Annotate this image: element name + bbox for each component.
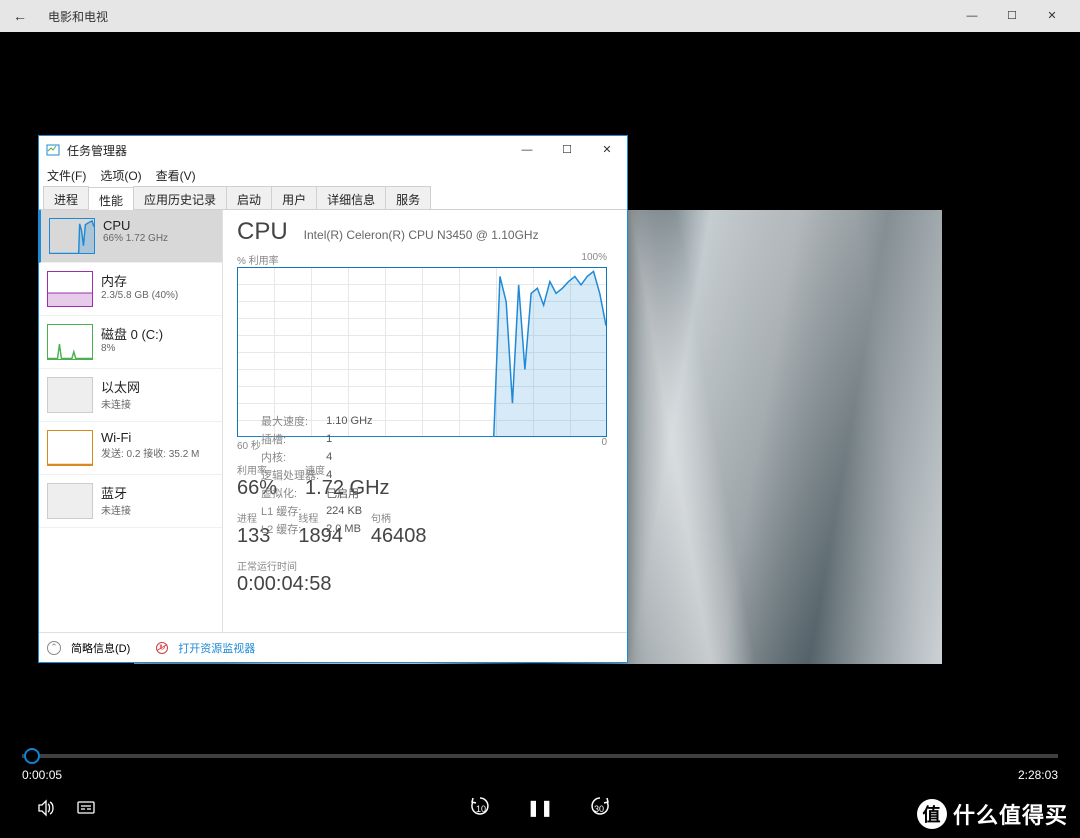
menu-file[interactable]: 文件(F): [47, 167, 86, 184]
tmgr-titlebar[interactable]: 任务管理器 — ☐ ✕: [39, 136, 627, 164]
info-cores: 4: [326, 449, 372, 465]
fewer-details-link[interactable]: 简略信息(D): [71, 640, 130, 656]
sidebar-item-memory[interactable]: 内存2.3/5.8 GB (40%): [39, 263, 222, 316]
open-resmon-link[interactable]: 打开资源监视器: [178, 640, 255, 656]
info-logical-processors: 4: [326, 467, 372, 483]
bluetooth-thumb-icon: [47, 483, 93, 519]
chart-y-max: 100%: [581, 252, 607, 267]
tab-users[interactable]: 用户: [271, 186, 317, 209]
tmgr-menu: 文件(F) 选项(O) 查看(V): [39, 164, 627, 186]
sidebar-item-disk[interactable]: 磁盘 0 (C:)8%: [39, 316, 222, 369]
tmgr-tabs: 进程 性能 应用历史记录 启动 用户 详细信息 服务: [39, 186, 627, 210]
timeline-knob[interactable]: [24, 748, 40, 764]
app-title: 电影和电视: [48, 8, 108, 25]
time-current: 0:00:05: [22, 768, 62, 782]
chart-y-label: % 利用率: [237, 252, 279, 267]
volume-button[interactable]: [26, 788, 66, 828]
tmgr-maximize-button[interactable]: ☐: [547, 136, 587, 164]
cpu-heading: CPU: [237, 218, 288, 246]
tab-details[interactable]: 详细信息: [316, 186, 386, 209]
tab-performance[interactable]: 性能: [88, 187, 134, 210]
timeline[interactable]: [22, 754, 1058, 758]
sidebar-item-ethernet[interactable]: 以太网未连接: [39, 369, 222, 422]
disk-thumb-icon: [47, 324, 93, 360]
tab-app-history[interactable]: 应用历史记录: [133, 186, 227, 209]
tmgr-minimize-button[interactable]: —: [507, 136, 547, 164]
menu-view[interactable]: 查看(V): [156, 167, 196, 184]
info-sockets: 1: [326, 431, 372, 447]
cpu-info-table: 最大速度:1.10 GHz 插槽:1 内核:4 逻辑处理器:4 虚拟化:已启用 …: [259, 411, 375, 539]
tmgr-title-text: 任务管理器: [67, 142, 127, 159]
info-maxspeed: 1.10 GHz: [326, 413, 372, 429]
resmon-icon: ↻: [156, 642, 168, 654]
tab-services[interactable]: 服务: [385, 186, 431, 209]
chevron-up-icon[interactable]: ⌃: [47, 641, 61, 655]
tmgr-icon: [45, 142, 61, 158]
tab-startup[interactable]: 启动: [226, 186, 272, 209]
tmgr-close-button[interactable]: ✕: [587, 136, 627, 164]
sidebar-item-bluetooth[interactable]: 蓝牙未连接: [39, 475, 222, 528]
tmgr-footer: ⌃ 简略信息(D) ↻ 打开资源监视器: [39, 632, 627, 662]
memory-thumb-icon: [47, 271, 93, 307]
watermark-text: 什么值得买: [953, 798, 1068, 830]
minimize-button[interactable]: —: [952, 0, 992, 32]
pause-button[interactable]: ❚❚: [520, 788, 560, 828]
chart-x-left: 60 秒: [237, 437, 261, 452]
cpu-model: Intel(R) Celeron(R) CPU N3450 @ 1.10GHz: [304, 228, 539, 242]
tab-processes[interactable]: 进程: [43, 186, 89, 209]
subtitles-button[interactable]: [66, 788, 106, 828]
info-virtualization: 已启用: [326, 485, 372, 501]
cpu-thumb-icon: [49, 218, 95, 254]
chart-x-right: 0: [601, 437, 607, 452]
info-l2-cache: 2.0 MB: [326, 521, 372, 537]
close-button[interactable]: ✕: [1032, 0, 1072, 32]
maximize-button[interactable]: ☐: [992, 0, 1032, 32]
ethernet-thumb-icon: [47, 377, 93, 413]
menu-options[interactable]: 选项(O): [100, 167, 141, 184]
back-button[interactable]: ←: [8, 8, 32, 24]
watermark: 值 什么值得买: [917, 798, 1068, 830]
info-l1-cache: 224 KB: [326, 503, 372, 519]
stat-uptime: 0:00:04:58: [237, 573, 613, 596]
perf-main: CPU Intel(R) Celeron(R) CPU N3450 @ 1.10…: [223, 210, 627, 632]
skip-back-button[interactable]: 10: [460, 788, 500, 828]
skip-forward-button[interactable]: 30: [580, 788, 620, 828]
sidebar-item-wifi[interactable]: Wi-Fi发送: 0.2 接收: 35.2 M: [39, 422, 222, 475]
perf-sidebar: CPU66% 1.72 GHz 内存2.3/5.8 GB (40%) 磁盘 0 …: [39, 210, 223, 632]
sidebar-item-cpu[interactable]: CPU66% 1.72 GHz: [39, 210, 222, 263]
stat-handles: 46408: [371, 525, 427, 548]
time-total: 2:28:03: [1018, 768, 1058, 782]
watermark-icon: 值: [917, 799, 947, 829]
mtv-titlebar: ← 电影和电视 — ☐ ✕: [0, 0, 1080, 32]
task-manager-window: 任务管理器 — ☐ ✕ 文件(F) 选项(O) 查看(V) 进程 性能 应用历史…: [38, 135, 628, 663]
wifi-thumb-icon: [47, 430, 93, 466]
